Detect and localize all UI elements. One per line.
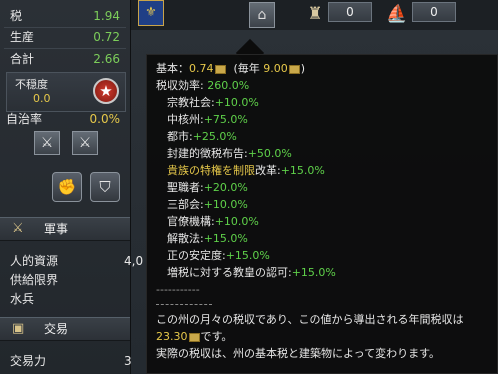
stat-label: 税 [10, 9, 23, 23]
modifier-value: +15.0% [280, 164, 325, 177]
supply-limit-row[interactable]: 供給限界 [4, 271, 130, 289]
tax-action-button[interactable]: ✊ [52, 172, 82, 202]
annual-prefix: (毎年 [233, 62, 260, 75]
row-label: 水兵 [10, 292, 35, 306]
stat-label: 生産 [10, 30, 35, 44]
army-icon: ♜ [307, 4, 323, 24]
modifier-row: 宗教社会:+10.0% [167, 96, 259, 110]
modifier-label: 増税に対する教皇の認可: [167, 266, 292, 279]
ship-icon: ⛵ [386, 4, 408, 24]
province-panel: 税 1.94 生産 0.72 合計 2.66 不穏度 0.0 ★ 自治率 0.0… [0, 0, 143, 374]
modifier-value: +10.0% [214, 96, 259, 109]
decrease-autonomy-button[interactable]: ⚔ [34, 131, 60, 155]
modifier-row: 聖職者:+20.0% [167, 181, 248, 195]
stat-row-tax[interactable]: 税 1.94 [4, 8, 126, 25]
stat-label: 合計 [10, 52, 35, 66]
annual-value: 9.00 [263, 62, 288, 75]
modifier-row: 中核州:+75.0% [167, 113, 248, 127]
ducat-icon [214, 64, 226, 74]
modifier-row: 貴族の特権を制限改革:+15.0% [167, 164, 325, 178]
modifier-label: 貴族の特権を制限 [167, 164, 255, 177]
modifier-value: +20.0% [203, 181, 248, 194]
base-tax-line: 基本：0.74 (毎年 9.00) [156, 62, 305, 76]
modifier-label-suffix: 改革: [255, 164, 281, 177]
efficiency-label: 税収効率: [156, 79, 204, 92]
modifier-value: +15.0% [203, 232, 248, 245]
shield-icon[interactable]: ⚜ [138, 0, 164, 26]
efficiency-value: 260.0% [207, 79, 250, 92]
army-count: 0 [328, 2, 372, 22]
stat-value: 2.66 [93, 52, 120, 66]
increase-autonomy-button[interactable]: ⚔ [72, 131, 98, 155]
unrest-box[interactable]: 不穏度 0.0 ★ [6, 72, 126, 112]
swords-icon: ⚔ [12, 221, 24, 236]
description-line-3: 実際の税収は、州の基本税と建築物によって変わります。 [156, 347, 441, 360]
row-value: 4,0 [124, 254, 144, 268]
modifier-value: +15.0% [225, 249, 270, 262]
modifier-value: +50.0% [247, 147, 292, 160]
modifier-label: 封建的徴税布告: [167, 147, 248, 160]
section-title: 軍事 [44, 222, 69, 236]
modifier-label: 宗教社会: [167, 96, 215, 109]
ducat-icon [188, 332, 200, 342]
modifier-row: 増税に対する教皇の認可:+15.0% [167, 266, 336, 280]
row-label: 供給限界 [10, 273, 59, 287]
modifier-label: 正の安定度: [167, 249, 226, 262]
military-section-header: ⚔ 軍事 [0, 217, 130, 241]
row-value: 3 [124, 354, 132, 368]
modifier-label: 聖職者: [167, 181, 204, 194]
modifier-row: 解散法:+15.0% [167, 232, 248, 246]
trade-icon: ▣ [12, 321, 25, 336]
ship-count: 0 [412, 2, 456, 22]
description-line-2: 23.30 です。 [156, 330, 232, 344]
trade-section-header: ▣ 交易 [0, 317, 130, 341]
trade-power-row[interactable]: 交易力 3 [4, 352, 132, 370]
modifier-value: +25.0% [192, 130, 237, 143]
tax-tooltip: 基本：0.74 (毎年 9.00) 税収効率: 260.0% 宗教社会:+10.… [146, 54, 498, 374]
modifier-value: +10.0% [214, 215, 259, 228]
modifier-label: 都市: [167, 130, 193, 143]
divider [4, 48, 126, 49]
divider [4, 27, 126, 28]
stat-value: 1.94 [93, 9, 120, 23]
sailors-row[interactable]: 水兵 [4, 290, 130, 308]
stat-row-production[interactable]: 生産 0.72 [4, 29, 126, 46]
modifier-value: +10.0% [203, 198, 248, 211]
modifier-row: 三部会:+10.0% [167, 198, 248, 212]
annual-suffix: ) [300, 62, 306, 75]
modifier-value: +75.0% [203, 113, 248, 126]
modifier-row: 封建的徴税布告:+50.0% [167, 147, 292, 161]
base-value: 0.74 [189, 62, 214, 75]
modifier-label: 解散法: [167, 232, 204, 245]
modifier-row: 都市:+25.0% [167, 130, 237, 144]
description-line-1: この州の月々の税収であり、この値から導出される年間税収は [156, 313, 464, 326]
unrest-value: 0.0 [33, 92, 51, 105]
modifier-row: 官僚機構:+10.0% [167, 215, 259, 229]
autonomy-label: 自治率 [6, 112, 43, 126]
row-label: 交易力 [10, 354, 47, 368]
base-label: 基本： [156, 62, 189, 75]
autonomy-value: 0.0% [89, 112, 121, 126]
description-suffix: です。 [200, 330, 233, 343]
stat-row-total[interactable]: 合計 2.66 [4, 51, 126, 68]
manpower-row[interactable]: 人的資源 4,0 [4, 252, 143, 270]
separator-text: ----------- [156, 283, 200, 296]
tooltip-separator [156, 304, 212, 306]
shield-action-button[interactable]: ⛉ [90, 172, 120, 202]
modifier-label: 官僚機構: [167, 215, 215, 228]
modifier-value: +15.0% [291, 266, 336, 279]
ducat-icon [288, 64, 300, 74]
efficiency-line: 税収効率: 260.0% [156, 79, 249, 93]
modifier-row: 正の安定度:+15.0% [167, 249, 270, 263]
modifier-label: 三部会: [167, 198, 204, 211]
build-icon[interactable]: ⌂ [249, 2, 275, 28]
annual-income-value: 23.30 [156, 330, 188, 343]
stat-value: 0.72 [93, 30, 120, 44]
modifier-label: 中核州: [167, 113, 204, 126]
unrest-icon[interactable]: ★ [93, 78, 119, 104]
section-title: 交易 [44, 322, 69, 336]
unrest-label: 不穏度 [15, 78, 48, 91]
row-label: 人的資源 [10, 254, 59, 268]
autonomy-row[interactable]: 自治率 0.0% [4, 111, 126, 128]
